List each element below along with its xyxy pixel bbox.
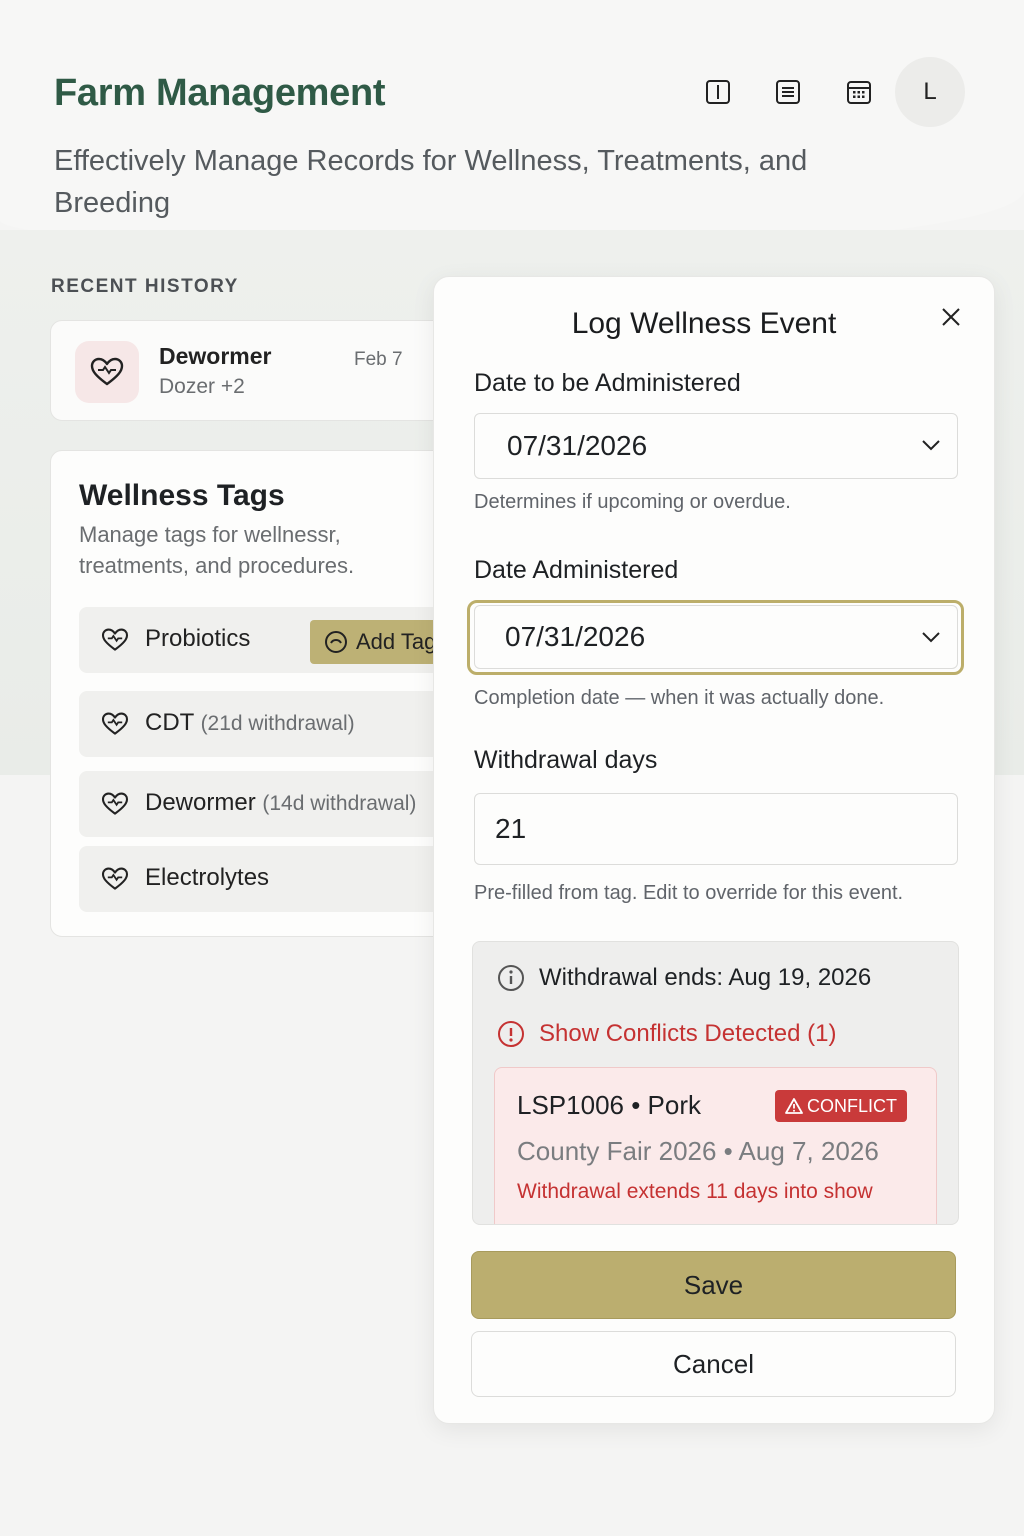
history-icon-badge <box>75 341 139 403</box>
date-to-administer-label: Date to be Administered <box>474 369 741 397</box>
warning-triangle-icon <box>785 1098 803 1114</box>
heart-icon <box>101 792 129 815</box>
wellness-tags-card: Wellness Tags Manage tags for wellnessr,… <box>50 450 470 937</box>
calendar-icon <box>847 81 871 104</box>
sidebar-toggle-icon <box>706 80 730 104</box>
list-view-button[interactable] <box>768 72 808 112</box>
heart-icon <box>101 628 129 651</box>
heart-icon <box>101 712 129 735</box>
tag-item-cdt[interactable]: CDT (21d withdrawal) <box>79 691 459 757</box>
add-tag-label: Add Tag <box>356 629 437 654</box>
date-to-administer-help: Determines if upcoming or overdue. <box>474 491 791 513</box>
modal-title: Log Wellness Event <box>571 307 837 340</box>
conflict-badge-label: CONFLICT <box>807 1095 897 1116</box>
info-icon <box>498 965 524 991</box>
date-administered-value: 07/31/2026 <box>505 621 646 652</box>
withdrawal-ends-line: Withdrawal ends: Aug 19, 2026 <box>497 964 871 992</box>
withdrawal-days-input[interactable]: 21 <box>474 793 958 865</box>
conflict-badge: CONFLICT <box>775 1090 907 1122</box>
tag-item-dewormer[interactable]: Dewormer (14d withdrawal) <box>79 771 459 837</box>
withdrawal-ends-label: Withdrawal ends: <box>539 964 724 991</box>
date-administered-select[interactable]: 07/31/2026 <box>474 605 958 669</box>
alert-circle-icon <box>498 1021 524 1047</box>
withdrawal-days-value: 21 <box>495 813 527 844</box>
conflict-subtitle: County Fair 2026 • Aug 7, 2026 <box>517 1136 879 1166</box>
withdrawal-info-panel: Withdrawal ends: Aug 19, 2026 Show Confl… <box>472 941 959 1225</box>
calendar-button[interactable] <box>839 72 879 112</box>
tag-name: CDT (21d withdrawal) <box>145 709 355 736</box>
withdrawal-days-label: Withdrawal days <box>474 746 658 774</box>
cancel-button[interactable]: Cancel <box>471 1331 956 1397</box>
close-icon <box>942 308 960 326</box>
chevron-down-icon <box>922 440 940 451</box>
date-to-administer-value: 07/31/2026 <box>507 430 648 461</box>
date-to-administer-select[interactable]: 07/31/2026 <box>474 413 958 479</box>
tag-withdrawal: (14d withdrawal) <box>262 792 417 815</box>
tag-item-electrolytes[interactable]: Electrolytes <box>79 846 459 912</box>
history-item-date: Feb 7 <box>354 349 403 370</box>
tag-item-probiotics[interactable]: Probiotics Add Tag <box>79 607 469 673</box>
conflict-card: LSP1006 • Pork CONFLICT County Fair 2026… <box>494 1067 937 1224</box>
tag-name: Probiotics <box>145 625 251 652</box>
conflict-warning: Withdrawal extends 11 days into show <box>517 1180 873 1203</box>
date-administered-label: Date Administered <box>474 556 679 584</box>
tag-withdrawal: (21d withdrawal) <box>200 712 355 735</box>
show-conflicts-label: Show Conflicts Detected (1) <box>539 1020 837 1047</box>
log-wellness-modal: Log Wellness Event Date to be Administer… <box>433 276 995 1424</box>
sidebar-toggle-button[interactable] <box>698 72 738 112</box>
list-icon <box>776 80 800 104</box>
recent-history-label: RECENT HISTORY <box>51 276 239 297</box>
conflict-title: LSP1006 • Pork <box>517 1090 701 1120</box>
withdrawal-days-help: Pre-filled from tag. Edit to override fo… <box>474 882 904 904</box>
heart-icon <box>101 867 129 890</box>
avatar[interactable]: L <box>895 57 965 127</box>
tag-circle-icon <box>325 631 347 653</box>
history-item[interactable]: Dewormer Dozer +2 Feb 7 <box>50 320 470 421</box>
app-title: Farm Management <box>54 72 386 114</box>
history-item-title: Dewormer <box>159 343 272 369</box>
chevron-down-icon <box>922 632 940 643</box>
tag-name: Dewormer (14d withdrawal) <box>145 789 417 816</box>
close-button[interactable] <box>937 303 965 331</box>
wellness-tags-title: Wellness Tags <box>79 479 285 512</box>
save-button[interactable]: Save <box>471 1251 956 1319</box>
wellness-tags-description: Manage tags for wellnessr, treatments, a… <box>79 522 355 578</box>
show-conflicts-link[interactable]: Show Conflicts Detected (1) <box>497 1020 836 1048</box>
date-administered-help: Completion date — when it was actually d… <box>474 687 885 709</box>
history-item-subtitle: Dozer +2 <box>159 375 245 398</box>
page-subtitle: Effectively Manage Records for Wellness,… <box>54 145 808 219</box>
withdrawal-ends-value: Aug 19, 2026 <box>728 964 872 991</box>
tag-name: Electrolytes <box>145 864 270 891</box>
heart-icon <box>90 357 124 386</box>
